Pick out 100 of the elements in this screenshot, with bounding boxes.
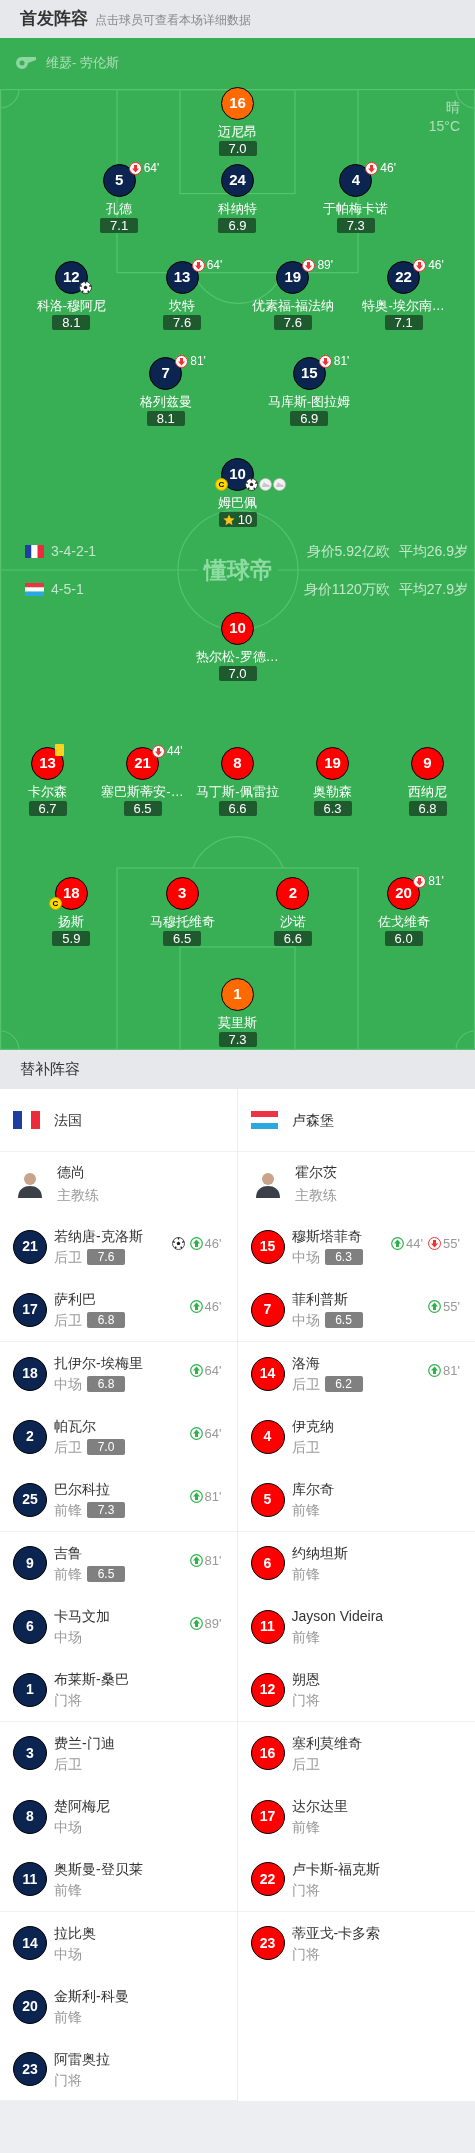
ball-icon bbox=[171, 1237, 185, 1251]
player-name: 蒂亚戈-卡多索 bbox=[291, 1923, 381, 1943]
position-text: 前锋 bbox=[54, 1564, 82, 1584]
player-marker[interactable]: 22 bbox=[250, 1862, 285, 1897]
player-marker[interactable]: 2 bbox=[276, 877, 310, 910]
rating-badge: 6.9 bbox=[290, 411, 329, 426]
player-marker[interactable]: 3 bbox=[165, 877, 199, 910]
player-name: 马丁斯-佩雷拉 bbox=[196, 783, 279, 800]
player-marker[interactable]: 20 bbox=[13, 1989, 47, 2024]
position-text: 前锋 bbox=[54, 1501, 82, 1521]
player-marker[interactable]: 10 bbox=[221, 612, 254, 645]
minute-text: 55' bbox=[443, 1235, 460, 1254]
position-text: 前锋 bbox=[291, 1818, 320, 1838]
player-marker[interactable]: 15 bbox=[250, 1229, 285, 1264]
player-marker[interactable]: 12 bbox=[250, 1672, 285, 1707]
position-text: 门将 bbox=[291, 1691, 320, 1710]
player-marker[interactable]: 24 bbox=[221, 164, 254, 197]
position-text: 中场 bbox=[291, 1311, 320, 1331]
player-marker[interactable]: 8 bbox=[221, 747, 254, 780]
player-name: 达尔达里 bbox=[291, 1797, 348, 1817]
player-marker[interactable]: 5 bbox=[250, 1482, 285, 1517]
minute-text: 46' bbox=[204, 1298, 222, 1316]
player-name: 格列兹曼 bbox=[139, 393, 192, 410]
up-arrow-icon bbox=[189, 1237, 203, 1251]
player-name: 帕瓦尔 bbox=[54, 1417, 97, 1437]
team-name: 法国 bbox=[54, 1110, 82, 1130]
down-arrow-icon bbox=[175, 354, 189, 368]
position-text: 后卫 bbox=[291, 1754, 320, 1774]
player-name: 穆斯塔菲奇 bbox=[291, 1227, 363, 1247]
rating-badge: 6.5 bbox=[123, 801, 162, 816]
player-marker[interactable]: 6 bbox=[250, 1546, 285, 1581]
position-text: 前锋 bbox=[54, 1880, 82, 1900]
rating-badge: 7.0 bbox=[218, 666, 257, 681]
player-name: 费兰-门迪 bbox=[54, 1733, 115, 1753]
pitch-logo: 懂球帝 bbox=[198, 556, 278, 584]
weather-text: 晴 bbox=[446, 98, 460, 117]
flag-icon bbox=[250, 1111, 278, 1129]
player-name: 塞利莫维奇 bbox=[291, 1733, 362, 1753]
player-marker[interactable]: 2 bbox=[13, 1419, 47, 1454]
rating-badge: 6.8 bbox=[87, 1376, 125, 1393]
player-marker[interactable]: 12 bbox=[54, 261, 88, 294]
up-arrow-icon bbox=[189, 1553, 203, 1567]
player-marker[interactable]: 4 bbox=[250, 1419, 285, 1454]
player-marker[interactable]: 5 bbox=[102, 164, 136, 197]
up-arrow-icon bbox=[428, 1364, 442, 1378]
player-marker[interactable]: 3 bbox=[13, 1736, 47, 1771]
player-name: 佐戈维奇 bbox=[377, 913, 430, 930]
player-marker[interactable]: 25 bbox=[13, 1482, 47, 1517]
average-age-text: 平均27.9岁 bbox=[398, 579, 468, 599]
position-text: 中场 bbox=[291, 1248, 320, 1268]
player-marker[interactable]: 13 bbox=[31, 747, 64, 780]
rating-badge: 6.5 bbox=[163, 931, 202, 946]
player-marker[interactable]: 9 bbox=[13, 1546, 47, 1581]
market-value-text: 身价5.92亿欧 bbox=[306, 541, 390, 561]
rating-badge: 6.5 bbox=[324, 1312, 363, 1329]
player-marker[interactable]: 13 bbox=[165, 261, 199, 294]
player-marker[interactable]: 6 bbox=[13, 1609, 47, 1644]
rating-badge: 7.0 bbox=[87, 1439, 125, 1456]
player-marker[interactable]: 23 bbox=[13, 2052, 47, 2087]
minute-text: 81' bbox=[443, 1361, 460, 1380]
player-marker[interactable]: 1 bbox=[13, 1672, 47, 1707]
player-marker[interactable]: 11 bbox=[250, 1609, 285, 1644]
player-marker[interactable]: 8 bbox=[13, 1799, 47, 1834]
player-marker[interactable]: 21 bbox=[13, 1229, 47, 1264]
player-marker[interactable]: 4 bbox=[339, 164, 373, 197]
player-marker[interactable]: 19 bbox=[276, 261, 310, 294]
player-name: 卡马文加 bbox=[54, 1607, 110, 1627]
flag-icon bbox=[25, 582, 44, 596]
player-marker[interactable]: 16 bbox=[250, 1736, 285, 1771]
rating-badge: 7.0 bbox=[218, 141, 257, 156]
player-marker[interactable]: 14 bbox=[250, 1356, 285, 1391]
minute-text: 64' bbox=[204, 1425, 222, 1444]
player-marker[interactable]: 18 bbox=[13, 1356, 47, 1391]
player-name: 扬斯 bbox=[58, 913, 85, 930]
player-name: 扎伊尔-埃梅里 bbox=[54, 1354, 143, 1374]
player-marker[interactable]: 20 bbox=[387, 877, 421, 910]
player-marker[interactable]: 17 bbox=[13, 1292, 47, 1327]
player-name: 奥斯曼-登贝莱 bbox=[54, 1859, 143, 1879]
player-marker[interactable]: 19 bbox=[316, 747, 349, 780]
player-marker[interactable]: 11 bbox=[13, 1862, 47, 1897]
rating-badge: 6.5 bbox=[87, 1565, 125, 1582]
up-arrow-icon bbox=[189, 1490, 203, 1504]
player-marker[interactable]: 14 bbox=[13, 1926, 47, 1961]
position-text: 后卫 bbox=[54, 1438, 82, 1458]
rating-badge: 7.6 bbox=[87, 1249, 125, 1266]
position-text: 后卫 bbox=[291, 1438, 320, 1458]
player-marker[interactable]: 7 bbox=[250, 1292, 285, 1327]
player-marker[interactable]: 7 bbox=[149, 357, 183, 390]
position-text: 中场 bbox=[54, 1944, 82, 1964]
player-marker[interactable]: 21 bbox=[126, 747, 159, 780]
player-name: 孔德 bbox=[106, 200, 133, 217]
player-name: 科纳特 bbox=[218, 200, 257, 217]
player-marker[interactable]: 22 bbox=[387, 261, 421, 294]
player-marker[interactable]: 15 bbox=[292, 357, 326, 390]
rating-badge: 7.3 bbox=[87, 1502, 125, 1519]
player-marker[interactable]: 23 bbox=[250, 1926, 285, 1961]
player-marker[interactable]: 17 bbox=[250, 1799, 285, 1834]
player-marker[interactable]: 9 bbox=[411, 747, 444, 780]
minute-text: 81' bbox=[204, 1487, 222, 1506]
star-icon bbox=[222, 513, 235, 526]
